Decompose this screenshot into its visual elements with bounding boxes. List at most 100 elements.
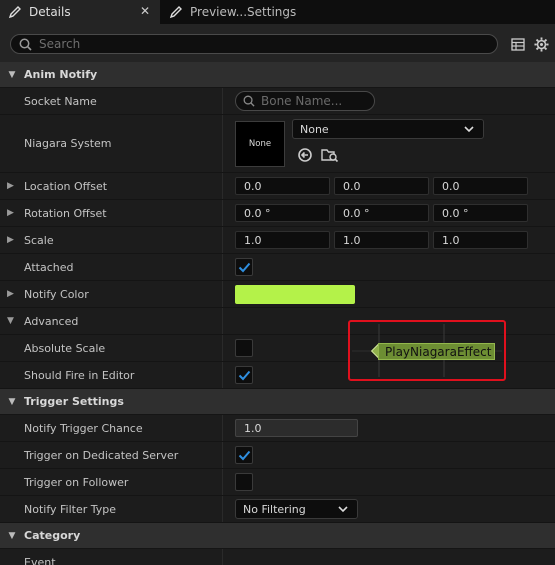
row-notify-filter-type: Notify Filter Type No Filtering	[0, 496, 555, 523]
niagara-system-dropdown[interactable]: None	[292, 119, 484, 139]
column-divider	[222, 469, 223, 495]
scale-x-field[interactable]: 1.0	[235, 231, 330, 249]
row-event: Event	[0, 549, 555, 565]
property-label: Niagara System	[24, 137, 112, 150]
location-y-field[interactable]: 0.0	[334, 177, 429, 195]
column-divider	[222, 173, 223, 199]
column-divider	[222, 115, 223, 172]
row-notify-color: ▶ Notify Color	[0, 281, 555, 308]
column-divider	[222, 88, 223, 114]
column-divider	[222, 335, 223, 361]
property-label: Notify Filter Type	[24, 502, 117, 516]
column-divider	[222, 227, 223, 253]
dedicated-server-checkbox[interactable]	[235, 446, 253, 464]
column-divider	[222, 362, 223, 388]
chevron-down-icon: ▼	[8, 69, 16, 80]
row-attached: Attached	[0, 254, 555, 281]
section-category[interactable]: ▼ Category	[0, 523, 555, 549]
close-icon[interactable]: ✕	[140, 4, 150, 18]
property-label: Scale	[24, 233, 54, 247]
chevron-right-icon[interactable]: ▶	[7, 227, 14, 253]
property-label: Event	[24, 555, 56, 565]
property-label: Socket Name	[24, 94, 97, 108]
search-row	[0, 24, 555, 62]
property-label: Attached	[24, 260, 74, 274]
property-label: Rotation Offset	[24, 206, 107, 220]
column-divider	[222, 496, 223, 522]
property-label: Notify Trigger Chance	[24, 421, 143, 435]
location-z-field[interactable]: 0.0	[433, 177, 528, 195]
row-scale: ▶ Scale 1.0 1.0 1.0	[0, 227, 555, 254]
browse-asset-icon[interactable]	[321, 147, 339, 163]
filter-type-dropdown[interactable]: No Filtering	[235, 499, 358, 519]
chevron-right-icon[interactable]: ▶	[7, 173, 14, 199]
tab-bar: Details ✕ Preview...Settings	[0, 0, 555, 24]
row-trigger-dedicated-server: Trigger on Dedicated Server	[0, 442, 555, 469]
rotation-z-field[interactable]: 0.0 °	[433, 204, 528, 222]
table-view-icon[interactable]	[510, 36, 526, 52]
chevron-right-icon[interactable]: ▶	[7, 200, 14, 226]
search-input[interactable]	[39, 37, 459, 51]
chevron-right-icon[interactable]: ▶	[7, 281, 14, 307]
row-socket-name: Socket Name Bone Name...	[0, 88, 555, 115]
pencil-icon	[7, 4, 23, 20]
property-label: Should Fire in Editor	[24, 368, 135, 382]
search-icon	[19, 38, 32, 51]
trigger-chance-slider[interactable]: 1.0	[235, 419, 358, 437]
rotation-x-field[interactable]: 0.0 °	[235, 204, 330, 222]
tab-details-label: Details	[29, 5, 71, 19]
chevron-down-icon: ▼	[8, 530, 16, 541]
follower-checkbox[interactable]	[235, 473, 253, 491]
details-panel: ▼ Anim Notify Socket Name Bone Name... N…	[0, 62, 555, 565]
row-rotation-offset: ▶ Rotation Offset 0.0 ° 0.0 ° 0.0 °	[0, 200, 555, 227]
scale-y-field[interactable]: 1.0	[334, 231, 429, 249]
bone-name-field[interactable]: Bone Name...	[235, 91, 375, 111]
property-label: Absolute Scale	[24, 341, 106, 355]
column-divider	[222, 442, 223, 468]
tab-preview-settings-label: Preview...Settings	[190, 5, 297, 19]
column-divider	[222, 281, 223, 307]
section-trigger-settings[interactable]: ▼ Trigger Settings	[0, 389, 555, 415]
absolute-scale-checkbox[interactable]	[235, 339, 253, 357]
column-divider	[222, 549, 223, 565]
row-location-offset: ▶ Location Offset 0.0 0.0 0.0	[0, 173, 555, 200]
search-box[interactable]	[10, 34, 498, 54]
location-x-field[interactable]: 0.0	[235, 177, 330, 195]
section-label: Trigger Settings	[24, 395, 124, 408]
should-fire-checkbox[interactable]	[235, 366, 253, 384]
column-divider	[222, 308, 223, 334]
column-divider	[222, 254, 223, 280]
dropdown-value: No Filtering	[243, 502, 306, 516]
row-notify-trigger-chance: Notify Trigger Chance 1.0	[0, 415, 555, 442]
chevron-down-icon[interactable]: ▼	[7, 308, 14, 334]
dropdown-value: None	[300, 122, 329, 136]
chevron-down-icon	[463, 123, 475, 135]
section-label: Anim Notify	[24, 68, 98, 81]
notify-color-swatch[interactable]	[235, 284, 355, 304]
use-selected-asset-icon[interactable]	[297, 147, 313, 163]
tab-preview-settings[interactable]: Preview...Settings	[161, 0, 311, 24]
search-icon	[243, 95, 255, 107]
property-label: Trigger on Dedicated Server	[24, 448, 179, 462]
checkmark-icon	[238, 262, 250, 272]
row-trigger-on-follower: Trigger on Follower	[0, 469, 555, 496]
section-anim-notify[interactable]: ▼ Anim Notify	[0, 62, 555, 88]
rotation-y-field[interactable]: 0.0 °	[334, 204, 429, 222]
chevron-down-icon: ▼	[8, 396, 16, 407]
checkmark-icon	[238, 450, 250, 460]
property-label: Advanced	[24, 314, 79, 328]
property-label: Trigger on Follower	[24, 475, 129, 489]
column-divider	[222, 415, 223, 441]
thumbnail-label: None	[248, 139, 272, 149]
asset-thumbnail[interactable]: None	[235, 121, 285, 167]
gear-icon[interactable]	[533, 36, 549, 52]
chevron-down-icon	[337, 503, 349, 515]
checkmark-icon	[238, 370, 250, 380]
section-label: Category	[24, 529, 81, 542]
tab-details[interactable]: Details ✕	[0, 0, 160, 24]
scale-z-field[interactable]: 1.0	[433, 231, 528, 249]
highlight-box	[348, 320, 506, 381]
attached-checkbox[interactable]	[235, 258, 253, 276]
pencil-icon	[168, 4, 184, 20]
property-label: Location Offset	[24, 179, 108, 193]
